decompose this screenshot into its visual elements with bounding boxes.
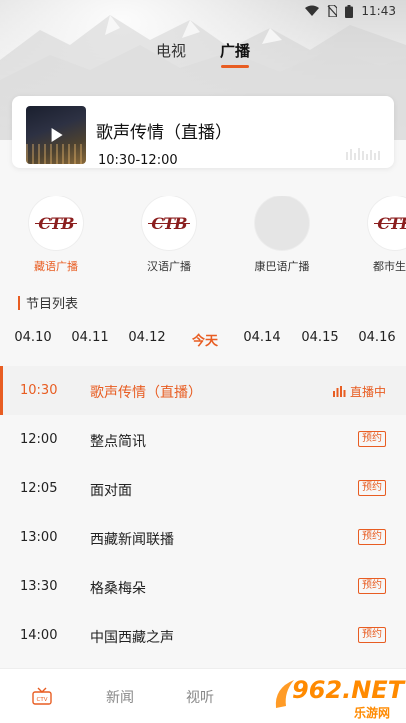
tab-tv-label: 电视	[155, 42, 186, 60]
live-row-marker	[0, 366, 3, 415]
wifi-icon	[305, 5, 320, 16]
program-time: 10:30	[20, 383, 58, 398]
station-name: 都市生活	[373, 260, 406, 273]
date-tab[interactable]: 04.16	[352, 330, 402, 345]
status-time: 11:43	[361, 4, 396, 18]
program-title: 面对面	[90, 483, 132, 499]
station-chinese-radio[interactable]: CTB 汉语广播	[129, 196, 209, 274]
station-logo: CTB	[142, 196, 196, 250]
program-time: 13:00	[20, 530, 58, 545]
date-selector: 04.10 04.11 04.12 今天 04.14 04.15 04.16	[0, 330, 406, 352]
active-tab-indicator	[221, 65, 249, 68]
reserve-button[interactable]: 预约	[358, 578, 386, 594]
station-logo: CTB	[368, 196, 406, 250]
ctb-logo: CTB	[148, 213, 190, 233]
now-playing-title: 歌声传情（直播）	[96, 123, 232, 143]
sound-wave-icon	[346, 148, 380, 160]
station-logo: CTB	[29, 196, 83, 250]
nav-news[interactable]: 新闻	[106, 687, 134, 707]
schedule-section-title: 节目列表	[18, 293, 78, 312]
program-title: 西藏新闻联播	[90, 532, 174, 548]
station-name: 汉语广播	[147, 260, 191, 273]
program-time: 13:30	[20, 579, 58, 594]
program-title: 格桑梅朵	[90, 581, 146, 597]
nav-tv[interactable]: CTV	[32, 687, 52, 709]
nav-video[interactable]: 视听	[186, 687, 214, 707]
program-row[interactable]: 12:00 整点简讯 预约	[0, 415, 406, 464]
program-row-live[interactable]: 10:30 歌声传情（直播） 直播中	[0, 366, 406, 415]
live-bars-icon	[332, 386, 346, 397]
tab-tv[interactable]: 电视	[156, 40, 186, 70]
reserve-button[interactable]: 预约	[358, 480, 386, 496]
station-tibetan-radio[interactable]: CTB 藏语广播	[16, 196, 96, 274]
date-tab[interactable]: 04.11	[65, 330, 115, 345]
station-khampa-radio[interactable]: 康巴语广播	[242, 196, 322, 274]
section-accent-bar	[18, 295, 20, 310]
program-list: 10:30 歌声传情（直播） 直播中 12:00 整点简讯 预约 12:05 面…	[0, 366, 406, 660]
ctb-logo: CTB	[35, 213, 77, 233]
now-playing-card[interactable]: 歌声传情（直播） 10:30-12:00	[12, 96, 394, 168]
date-tab-today[interactable]: 今天	[180, 330, 230, 349]
no-sim-icon	[327, 5, 338, 17]
reserve-button[interactable]: 预约	[358, 431, 386, 447]
schedule-title-text: 节目列表	[26, 297, 79, 312]
program-time: 14:00	[20, 628, 58, 643]
now-playing-time: 10:30-12:00	[98, 153, 178, 168]
program-title: 整点简讯	[90, 434, 146, 450]
program-time: 12:05	[20, 481, 58, 496]
watermark-text: 962.NET	[292, 676, 405, 704]
program-row[interactable]: 14:00 中国西藏之声 预约	[0, 611, 406, 660]
tv-icon-text: CTV	[37, 697, 48, 703]
program-title: 中国西藏之声	[90, 630, 174, 646]
date-tab[interactable]: 04.10	[8, 330, 58, 345]
live-status-badge: 直播中	[332, 383, 386, 400]
status-bar: 11:43	[0, 0, 406, 22]
top-tab-bar: 电视 广播	[0, 40, 406, 76]
site-watermark: 962.NET 乐游网	[272, 674, 404, 720]
reserve-button[interactable]: 预约	[358, 627, 386, 643]
program-row[interactable]: 12:05 面对面 预约	[0, 464, 406, 513]
battery-icon	[345, 4, 354, 18]
program-row[interactable]: 13:00 西藏新闻联播 预约	[0, 513, 406, 562]
reserve-button[interactable]: 预约	[358, 529, 386, 545]
live-status-text: 直播中	[349, 385, 386, 399]
station-urban-life[interactable]: CTB 都市生活	[355, 196, 406, 274]
play-icon[interactable]	[51, 128, 63, 142]
date-tab[interactable]: 04.12	[122, 330, 172, 345]
program-thumbnail[interactable]	[26, 106, 86, 164]
program-row[interactable]: 13:30 格桑梅朵 预约	[0, 562, 406, 611]
tab-radio-label: 广播	[220, 42, 251, 60]
tab-radio[interactable]: 广播	[220, 40, 250, 70]
program-time: 12:00	[20, 432, 58, 447]
program-title: 歌声传情（直播）	[90, 385, 202, 401]
watermark-subtext: 乐游网	[354, 706, 391, 720]
ctb-logo: CTB	[374, 214, 406, 233]
station-name: 康巴语广播	[254, 260, 310, 273]
station-logo-placeholder	[255, 196, 309, 250]
date-tab[interactable]: 04.15	[295, 330, 345, 345]
date-tab[interactable]: 04.14	[237, 330, 287, 345]
station-list: CTB 藏语广播 CTB 汉语广播 康巴语广播 CTB 都市生活	[0, 196, 406, 278]
station-name: 藏语广播	[34, 260, 78, 273]
tv-icon: CTV	[32, 687, 52, 705]
